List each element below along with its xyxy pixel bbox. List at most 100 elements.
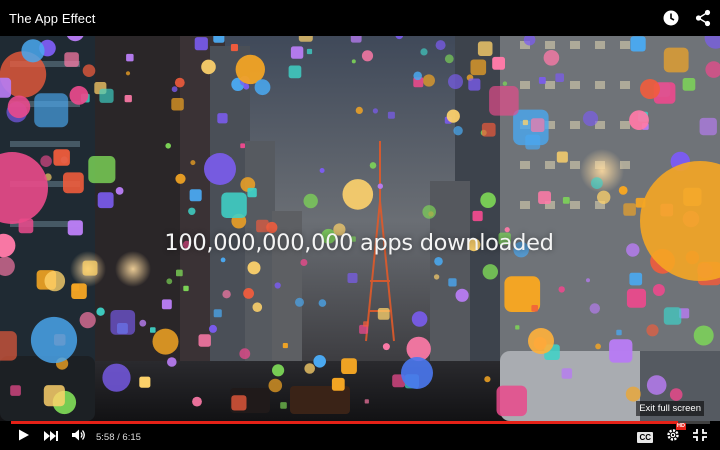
- app-bubble: [481, 122, 496, 137]
- app-bubble: [230, 44, 238, 52]
- app-bubble: [591, 177, 603, 190]
- app-bubble: [304, 363, 316, 374]
- app-bubble: [303, 193, 318, 209]
- app-bubble: [71, 283, 87, 299]
- app-bubble: [561, 368, 573, 379]
- app-bubble: [124, 95, 132, 103]
- app-bubble: [413, 71, 423, 81]
- app-bubble: [538, 191, 551, 204]
- app-bubble: [623, 203, 636, 216]
- app-bubble: [480, 192, 496, 208]
- app-bubble: [189, 189, 202, 202]
- app-bubble: [556, 151, 568, 163]
- app-bubble: [99, 88, 114, 103]
- app-bubble: [496, 385, 527, 417]
- gear-icon[interactable]: HD: [666, 422, 686, 447]
- app-bubble: [198, 334, 211, 347]
- app-bubble: [693, 325, 714, 346]
- app-bubble: [209, 324, 217, 333]
- exit-fullscreen-icon[interactable]: [693, 428, 707, 446]
- app-bubble: [626, 288, 646, 308]
- app-bubble: [190, 160, 196, 166]
- app-bubble: [30, 316, 78, 364]
- app-bubble: [102, 363, 131, 392]
- caption-text: 100,000,000,000 apps downloaded: [164, 230, 554, 256]
- app-bubble: [82, 64, 96, 77]
- app-bubble: [110, 310, 136, 335]
- video-caption: 100,000,000,000 apps downloaded: [0, 230, 720, 256]
- app-bubble: [448, 278, 457, 287]
- app-bubble: [69, 86, 89, 105]
- app-bubble: [64, 52, 79, 67]
- app-bubble: [306, 48, 313, 55]
- app-bubble: [444, 54, 454, 64]
- app-bubble: [96, 307, 105, 316]
- app-bubble: [401, 357, 433, 389]
- app-bubble: [543, 50, 560, 66]
- app-bubble: [515, 325, 520, 330]
- app-bubble: [274, 282, 281, 289]
- exit-fullscreen-tooltip: Exit full screen: [636, 401, 704, 416]
- app-bubble: [361, 50, 374, 62]
- app-bubble: [313, 355, 327, 368]
- app-bubble: [0, 331, 17, 361]
- app-bubble: [492, 56, 505, 70]
- app-bubble: [243, 83, 250, 90]
- app-bubble: [63, 172, 84, 194]
- app-bubble: [192, 396, 202, 407]
- app-bubble: [629, 110, 649, 130]
- controls-left: 5:58 / 6:15: [18, 428, 155, 446]
- app-bubble: [0, 77, 12, 98]
- app-bubble: [530, 118, 545, 132]
- share-icon[interactable]: [694, 9, 712, 27]
- volume-icon[interactable]: [72, 428, 86, 446]
- app-bubble: [448, 74, 463, 90]
- video-title[interactable]: The App Effect: [9, 11, 95, 26]
- video-frame[interactable]: 100,000,000,000 apps downloaded: [0, 21, 720, 421]
- controls-right: CC HD: [624, 422, 707, 447]
- app-bubble: [166, 278, 173, 285]
- app-bubble: [351, 59, 356, 64]
- app-bubble: [88, 156, 116, 184]
- app-bubble: [618, 186, 628, 195]
- app-bubble: [221, 192, 247, 218]
- app-bubble: [152, 328, 179, 355]
- app-bubble: [453, 126, 463, 136]
- play-icon[interactable]: [18, 428, 30, 446]
- app-bubble: [387, 111, 395, 119]
- app-bubble: [484, 376, 491, 383]
- app-bubble: [243, 288, 255, 299]
- app-bubble: [364, 399, 369, 404]
- app-bubble: [435, 40, 446, 51]
- app-bubble: [482, 264, 498, 280]
- clock-icon[interactable]: [662, 9, 680, 27]
- app-bubble: [589, 303, 600, 314]
- app-bubble: [43, 385, 65, 407]
- app-bubble: [171, 86, 178, 93]
- app-bubble: [562, 197, 570, 204]
- app-bubble: [663, 307, 682, 325]
- hd-badge: HD: [676, 422, 686, 430]
- top-bar: The App Effect: [0, 0, 720, 36]
- app-bubble: [468, 78, 481, 91]
- app-bubble: [10, 385, 21, 396]
- captions-icon[interactable]: CC: [637, 431, 653, 443]
- app-bubble: [682, 78, 696, 91]
- app-bubble: [247, 187, 257, 198]
- video-player[interactable]: 100,000,000,000 apps downloaded The App …: [0, 0, 720, 450]
- app-bubble: [213, 309, 222, 318]
- app-bubble: [217, 113, 228, 124]
- app-bubble: [21, 39, 45, 63]
- app-bubble: [434, 257, 443, 266]
- app-bubble: [300, 259, 308, 266]
- app-bubble: [558, 286, 565, 293]
- app-bubble: [411, 311, 428, 327]
- next-icon[interactable]: [44, 428, 58, 446]
- app-bubble: [422, 74, 435, 87]
- app-bubble: [295, 297, 304, 307]
- app-bubble: [139, 376, 151, 388]
- app-bubble: [318, 299, 327, 307]
- app-bubble: [231, 395, 247, 411]
- app-bubble: [290, 46, 304, 59]
- app-bubble: [183, 285, 189, 292]
